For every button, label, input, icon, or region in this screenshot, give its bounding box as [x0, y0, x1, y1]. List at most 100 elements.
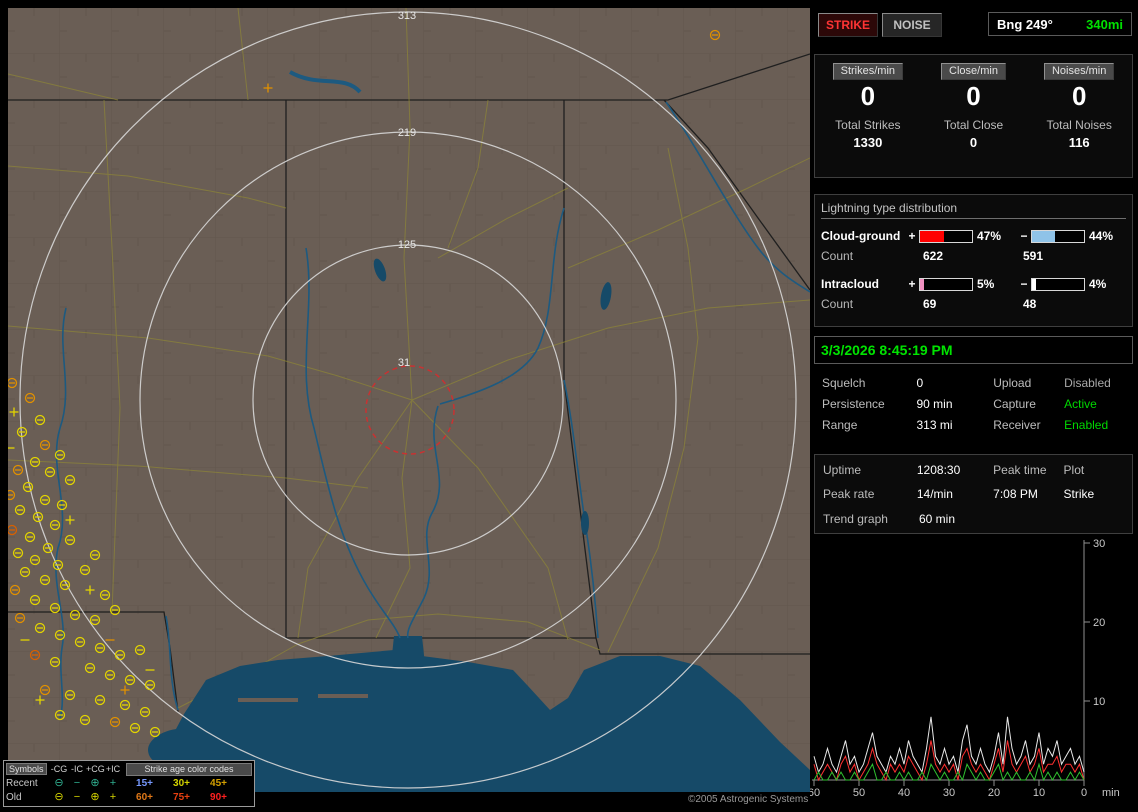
cg-positive-bar [919, 229, 973, 243]
cg-positive-pct: 47% [977, 229, 1002, 243]
age-75: 75+ [173, 791, 190, 803]
plus-sign: + [908, 277, 916, 291]
ic-negative-bar [1031, 277, 1085, 291]
cg-count-row: Count 622 591 [821, 249, 1126, 267]
recent-circle-minus-icon: ⊖ [54, 776, 64, 789]
ring-label-31: 31 [398, 357, 410, 369]
app-window: 313 219 125 31 Symbols -CG -IC +CG +IC S… [0, 0, 1138, 812]
intracloud-label: Intracloud [821, 277, 880, 291]
age-60: 60+ [136, 791, 153, 803]
close-per-min-chip[interactable]: Close/min [941, 63, 1006, 80]
info-row-2: Peak rate 14/min 7:08 PM Strike [815, 484, 1132, 505]
total-close-value: 0 [969, 135, 978, 150]
y-tick-30: 30 [1093, 538, 1105, 550]
trend-series-lines [813, 716, 1085, 782]
total-strikes-label: Total Strikes [835, 118, 901, 132]
count-label: Count [821, 297, 854, 311]
range-label: Range [822, 417, 858, 432]
total-noises-label: Total Noises [1046, 118, 1112, 132]
ic-positive-count: 69 [923, 297, 937, 311]
plot-value: Strike [1063, 487, 1095, 502]
receiver-status: Enabled [1064, 417, 1109, 432]
ring-label-313: 313 [398, 10, 416, 22]
legend-recent-label: Recent [6, 777, 38, 789]
age-15: 15+ [136, 777, 153, 789]
status-row-range: Range 313 mi Receiver Enabled [814, 414, 1133, 435]
datetime-display: 3/3/2026 8:45:19 PM [814, 336, 1133, 364]
total-strikes-value: 1330 [853, 135, 883, 150]
trend-graph-label: Trend graph [823, 511, 888, 526]
cloud-ground-label: Cloud-ground [821, 229, 901, 243]
bearing-display: Bng 249° 340mi [988, 12, 1132, 36]
recent-minus-icon: − [73, 776, 81, 789]
age-45: 45+ [210, 777, 227, 789]
trend-y-labels: 30 20 10 [1093, 538, 1105, 708]
strike-toggle-button[interactable]: STRIKE [818, 13, 878, 37]
old-minus-icon: − [73, 790, 81, 803]
legend-col-pcg: +CG [86, 764, 105, 774]
old-circle-plus-icon: ⊕ [90, 790, 100, 803]
old-plus-icon: + [109, 790, 117, 803]
x-tick-0: 0 [1081, 787, 1087, 799]
copyright-text: ©2005 Astrogenic Systems [688, 794, 809, 805]
info-row-3: Trend graph 60 min [815, 508, 1132, 529]
squelch-value: 0 [916, 375, 924, 390]
trend-graph: 30 20 10 60 50 40 30 20 10 0 min [808, 534, 1138, 812]
uptime-value: 1208:30 [916, 462, 961, 477]
ring-label-125: 125 [398, 239, 416, 251]
upload-status: Disabled [1064, 375, 1111, 390]
status-row-persistence: Persistence 90 min Capture Active [814, 393, 1133, 414]
x-tick-50: 50 [853, 787, 865, 799]
plot-label: Plot [1063, 462, 1085, 477]
ic-negative-pct: 4% [1089, 277, 1107, 291]
capture-status: Active [1064, 396, 1097, 411]
rates-panel: Strikes/min 0 Total Strikes 1330 Close/m… [814, 54, 1133, 178]
recent-plus-icon: + [109, 776, 117, 789]
x-tick-20: 20 [988, 787, 1000, 799]
distribution-title: Lightning type distribution [821, 201, 1126, 219]
uptime-label: Uptime [823, 462, 862, 477]
receiver-label: Receiver [993, 417, 1041, 432]
ic-positive-bar [919, 277, 973, 291]
noise-toggle-button[interactable]: NOISE [882, 13, 942, 37]
range-value: 313 mi [916, 417, 953, 432]
cg-positive-count: 622 [923, 249, 944, 263]
bearing-range-value: 340mi [1086, 16, 1123, 32]
trend-x-labels: 60 50 40 30 20 10 0 min [808, 787, 1120, 799]
x-unit-label: min [1102, 787, 1120, 799]
lightning-map[interactable]: 313 219 125 31 [4, 7, 811, 792]
noises-per-min-value: 0 [1071, 81, 1087, 111]
noises-per-min-chip[interactable]: Noises/min [1043, 63, 1115, 80]
squelch-label: Squelch [822, 375, 866, 390]
minus-sign: − [1020, 277, 1028, 291]
x-tick-60: 60 [810, 787, 820, 799]
cg-negative-bar [1031, 229, 1085, 243]
cloud-ground-row: Cloud-ground + 47% − 44% [821, 227, 1126, 245]
persistence-value: 90 min [916, 396, 953, 411]
total-noises-value: 116 [1068, 135, 1090, 150]
total-close-label: Total Close [943, 118, 1004, 132]
close-per-min-value: 0 [966, 81, 981, 111]
cg-negative-pct: 44% [1089, 229, 1114, 243]
symbol-legend: Symbols -CG -IC +CG +IC Strike age color… [3, 760, 255, 807]
minus-sign: − [1020, 229, 1028, 243]
legend-symbols-title: Symbols [6, 762, 47, 775]
plus-sign: + [908, 229, 916, 243]
bearing-value: Bng 249° [997, 16, 1053, 32]
status-row-squelch: Squelch 0 Upload Disabled [814, 372, 1133, 393]
ring-label-219: 219 [398, 127, 416, 139]
strikes-per-min-chip[interactable]: Strikes/min [832, 63, 904, 80]
recent-circle-plus-icon: ⊕ [90, 776, 100, 789]
peak-time-label: Peak time [993, 462, 1047, 477]
info-panel: Uptime 1208:30 Peak time Plot Peak rate … [814, 454, 1133, 534]
capture-label: Capture [993, 396, 1036, 411]
info-row-1: Uptime 1208:30 Peak time Plot [815, 459, 1132, 480]
ic-count-row: Count 69 48 [821, 297, 1126, 315]
peak-time-value: 7:08 PM [993, 487, 1038, 502]
x-tick-10: 10 [1033, 787, 1045, 799]
x-tick-40: 40 [898, 787, 910, 799]
cg-negative-count: 591 [1023, 249, 1044, 263]
old-circle-minus-icon: ⊖ [54, 790, 64, 803]
count-label: Count [821, 249, 854, 263]
persistence-label: Persistence [822, 396, 885, 411]
